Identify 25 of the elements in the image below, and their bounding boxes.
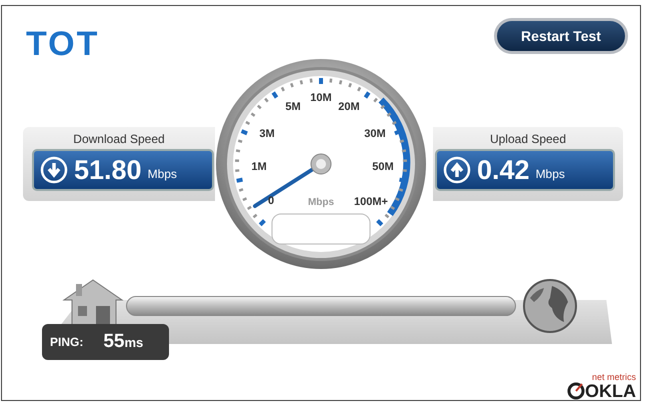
scale-label: 3M (259, 128, 275, 140)
download-speed-value: 51.80 (74, 156, 142, 184)
scale-label: 30M (364, 128, 386, 140)
ping-unit: ms (124, 334, 144, 352)
ping-label: PING: (50, 334, 84, 351)
tagline: net metrics (592, 373, 636, 382)
brand-logo: OKLA (585, 382, 636, 400)
scale-label: 20M (338, 101, 360, 113)
scale-label: 1M (251, 161, 267, 173)
download-speed-label: Download Speed (73, 131, 165, 147)
globe-icon (522, 278, 578, 334)
gauge-unit-label: Mbps (308, 197, 334, 208)
scale-label: 100M+ (354, 196, 388, 208)
download-speed-unit: Mbps (148, 166, 177, 183)
upload-speed-label: Upload Speed (490, 131, 566, 147)
logo: TOT (26, 30, 100, 58)
scale-label: 0 (268, 195, 274, 207)
scale-label: 10M (310, 92, 332, 104)
gauge-logo-icon (567, 382, 585, 400)
upload-speed-unit: Mbps (536, 166, 565, 183)
ping-value: 55 (103, 330, 124, 354)
upload-speed-value: 0.42 (477, 156, 530, 184)
scale-label: 50M (372, 161, 394, 173)
scale-label: 5M (285, 101, 301, 113)
restart-test-button[interactable]: Restart Test (494, 18, 628, 54)
